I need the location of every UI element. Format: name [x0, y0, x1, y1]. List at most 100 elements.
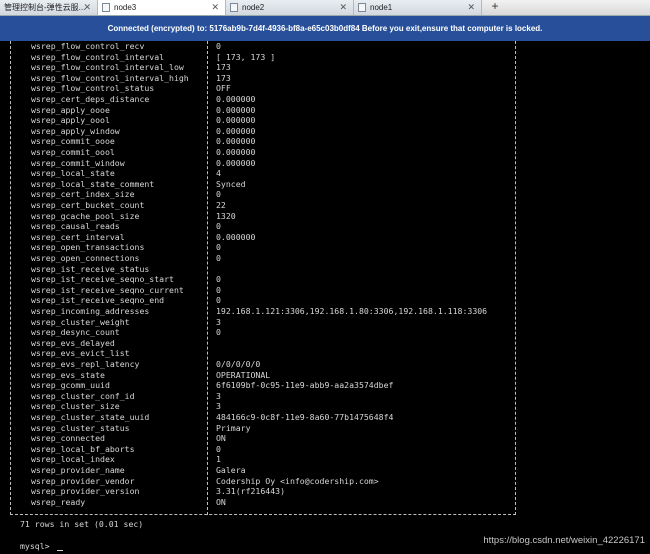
status-name: wsrep_flow_control_recv	[31, 41, 145, 51]
status-value: 0.000000	[216, 136, 256, 147]
status-value: 0	[216, 443, 221, 454]
close-icon[interactable]: ✕	[339, 0, 347, 15]
status-value: 0.000000	[216, 157, 256, 168]
status-name: wsrep_cert_deps_distance	[31, 94, 150, 104]
status-value: 0	[216, 221, 221, 232]
status-name: wsrep_evs_evict_list	[31, 348, 130, 359]
status-value: 0	[216, 284, 221, 295]
status-value: 0.000000	[216, 147, 256, 157]
close-icon[interactable]: ✕	[83, 0, 91, 15]
status-name: wsrep_apply_oool	[31, 115, 110, 126]
status-value: 3	[216, 316, 221, 327]
status-name: wsrep_flow_control_interval	[31, 51, 165, 62]
browser-tab-bar: 管理控制台-弹性云服... ✕ node3 ✕ node2 ✕ node1 ✕ …	[0, 0, 650, 16]
status-name: wsrep_ready	[31, 496, 86, 507]
status-value: ON	[216, 496, 226, 507]
status-table: wsrep_flow_control_recv 0 wsrep_flow_contr…	[0, 41, 650, 515]
status-value: [ 173, 173 ]	[216, 51, 276, 62]
new-tab-button[interactable]: +	[488, 0, 502, 15]
connection-banner: Connected (encrypted) to: 5176ab9b-7d4f-…	[0, 16, 650, 41]
status-name: wsrep_flow_control_status	[31, 83, 155, 94]
document-icon	[358, 3, 366, 12]
status-value: 484166c9-0c8f-11e9-8a60-77b1475648f4	[216, 412, 394, 422]
status-value: 0.000000	[216, 94, 256, 104]
status-name: wsrep_desync_count	[31, 327, 120, 338]
status-name: wsrep_cluster_status	[31, 422, 130, 433]
table-border	[10, 41, 12, 515]
status-value: 1	[216, 454, 221, 465]
status-name: wsrep_evs_repl_latency	[31, 359, 140, 369]
status-value: 0	[216, 41, 221, 51]
text-cursor	[56, 550, 63, 551]
close-icon[interactable]: ✕	[467, 0, 475, 15]
status-value: 0.000000	[216, 104, 256, 115]
status-name: wsrep_causal_reads	[31, 221, 120, 232]
status-name: wsrep_commit_window	[31, 157, 125, 168]
terminal-console[interactable]: wsrep_flow_control_recv 0 wsrep_flow_contr…	[0, 41, 650, 554]
status-name: wsrep_flow_control_interval_low	[31, 62, 184, 73]
prompt-text: mysql>	[20, 541, 55, 551]
tab-label: 管理控制台-弹性云服...	[4, 3, 86, 12]
tab-label: node3	[114, 3, 137, 12]
tab-console[interactable]: 管理控制台-弹性云服... ✕	[0, 0, 98, 15]
status-value: Synced	[216, 178, 246, 189]
status-value: 1320	[216, 210, 236, 221]
status-name: wsrep_evs_delayed	[31, 337, 115, 348]
status-value: ON	[216, 433, 226, 444]
status-value: 0	[216, 327, 221, 338]
tab-label: node2	[242, 3, 265, 12]
table-border	[207, 41, 209, 515]
status-value: 3	[216, 401, 221, 412]
status-value: 6f6109bf-0c95-11e9-abb9-aa2a3574dbef	[216, 380, 394, 391]
tab-node3[interactable]: node3 ✕	[98, 0, 226, 15]
status-name: wsrep_local_state_comment	[31, 178, 155, 189]
status-name: wsrep_cluster_size	[31, 401, 120, 412]
status-value: 0.000000	[216, 231, 256, 242]
status-name: wsrep_ist_receive_seqno_start	[31, 274, 174, 285]
tab-node2[interactable]: node2 ✕	[226, 0, 354, 15]
status-value: 0	[216, 253, 221, 263]
document-icon	[102, 3, 110, 12]
status-value: 0.000000	[216, 125, 256, 136]
status-value: 192.168.1.121:3306,192.168.1.80:3306,192…	[216, 306, 488, 316]
status-name: wsrep_ist_receive_seqno_current	[31, 284, 184, 295]
table-border	[10, 514, 516, 516]
status-value: 22	[216, 200, 226, 210]
status-value: 3.31(rf216443)	[216, 486, 286, 497]
status-name: wsrep_local_bf_aborts	[31, 443, 135, 454]
status-name: wsrep_gcomm_uuid	[31, 380, 110, 391]
status-value: 173	[216, 72, 231, 83]
status-name: wsrep_cluster_conf_id	[31, 390, 135, 401]
tab-node1[interactable]: node1 ✕	[354, 0, 482, 15]
tab-label: node1	[370, 3, 393, 12]
watermark: https://blog.csdn.net/weixin_42226171	[483, 535, 645, 546]
status-name: wsrep_apply_oooe	[31, 104, 110, 115]
status-value: 0	[216, 274, 221, 285]
status-name: wsrep_provider_name	[31, 465, 125, 475]
status-value: 0.000000	[216, 115, 256, 126]
mysql-prompt[interactable]: mysql>	[20, 541, 63, 551]
status-value: OPERATIONAL	[216, 369, 271, 380]
status-name: wsrep_cluster_state_uuid	[31, 412, 150, 422]
status-name: wsrep_cert_index_size	[31, 189, 135, 200]
document-icon	[230, 3, 238, 12]
status-name: wsrep_cluster_weight	[31, 316, 130, 327]
status-name: wsrep_commit_oooe	[31, 136, 115, 147]
status-name: wsrep_flow_control_interval_high	[31, 72, 189, 83]
status-name: wsrep_local_state	[31, 168, 115, 179]
status-name: wsrep_ist_receive_seqno_end	[31, 295, 165, 306]
result-summary: 71 rows in set (0.01 sec)	[20, 519, 144, 529]
status-value: 3	[216, 390, 221, 401]
status-value: Galera	[216, 465, 246, 475]
status-value: 173	[216, 62, 231, 73]
status-value: Primary	[216, 422, 251, 433]
status-name: wsrep_apply_window	[31, 125, 120, 136]
status-name: wsrep_ist_receive_status	[31, 263, 150, 274]
status-name: wsrep_evs_state	[31, 369, 105, 380]
status-name: wsrep_open_connections	[31, 253, 140, 263]
status-value: OFF	[216, 83, 231, 94]
table-border	[515, 41, 517, 515]
close-icon[interactable]: ✕	[211, 0, 219, 15]
status-name: wsrep_incoming_addresses	[31, 306, 150, 316]
status-value: 0	[216, 295, 221, 306]
